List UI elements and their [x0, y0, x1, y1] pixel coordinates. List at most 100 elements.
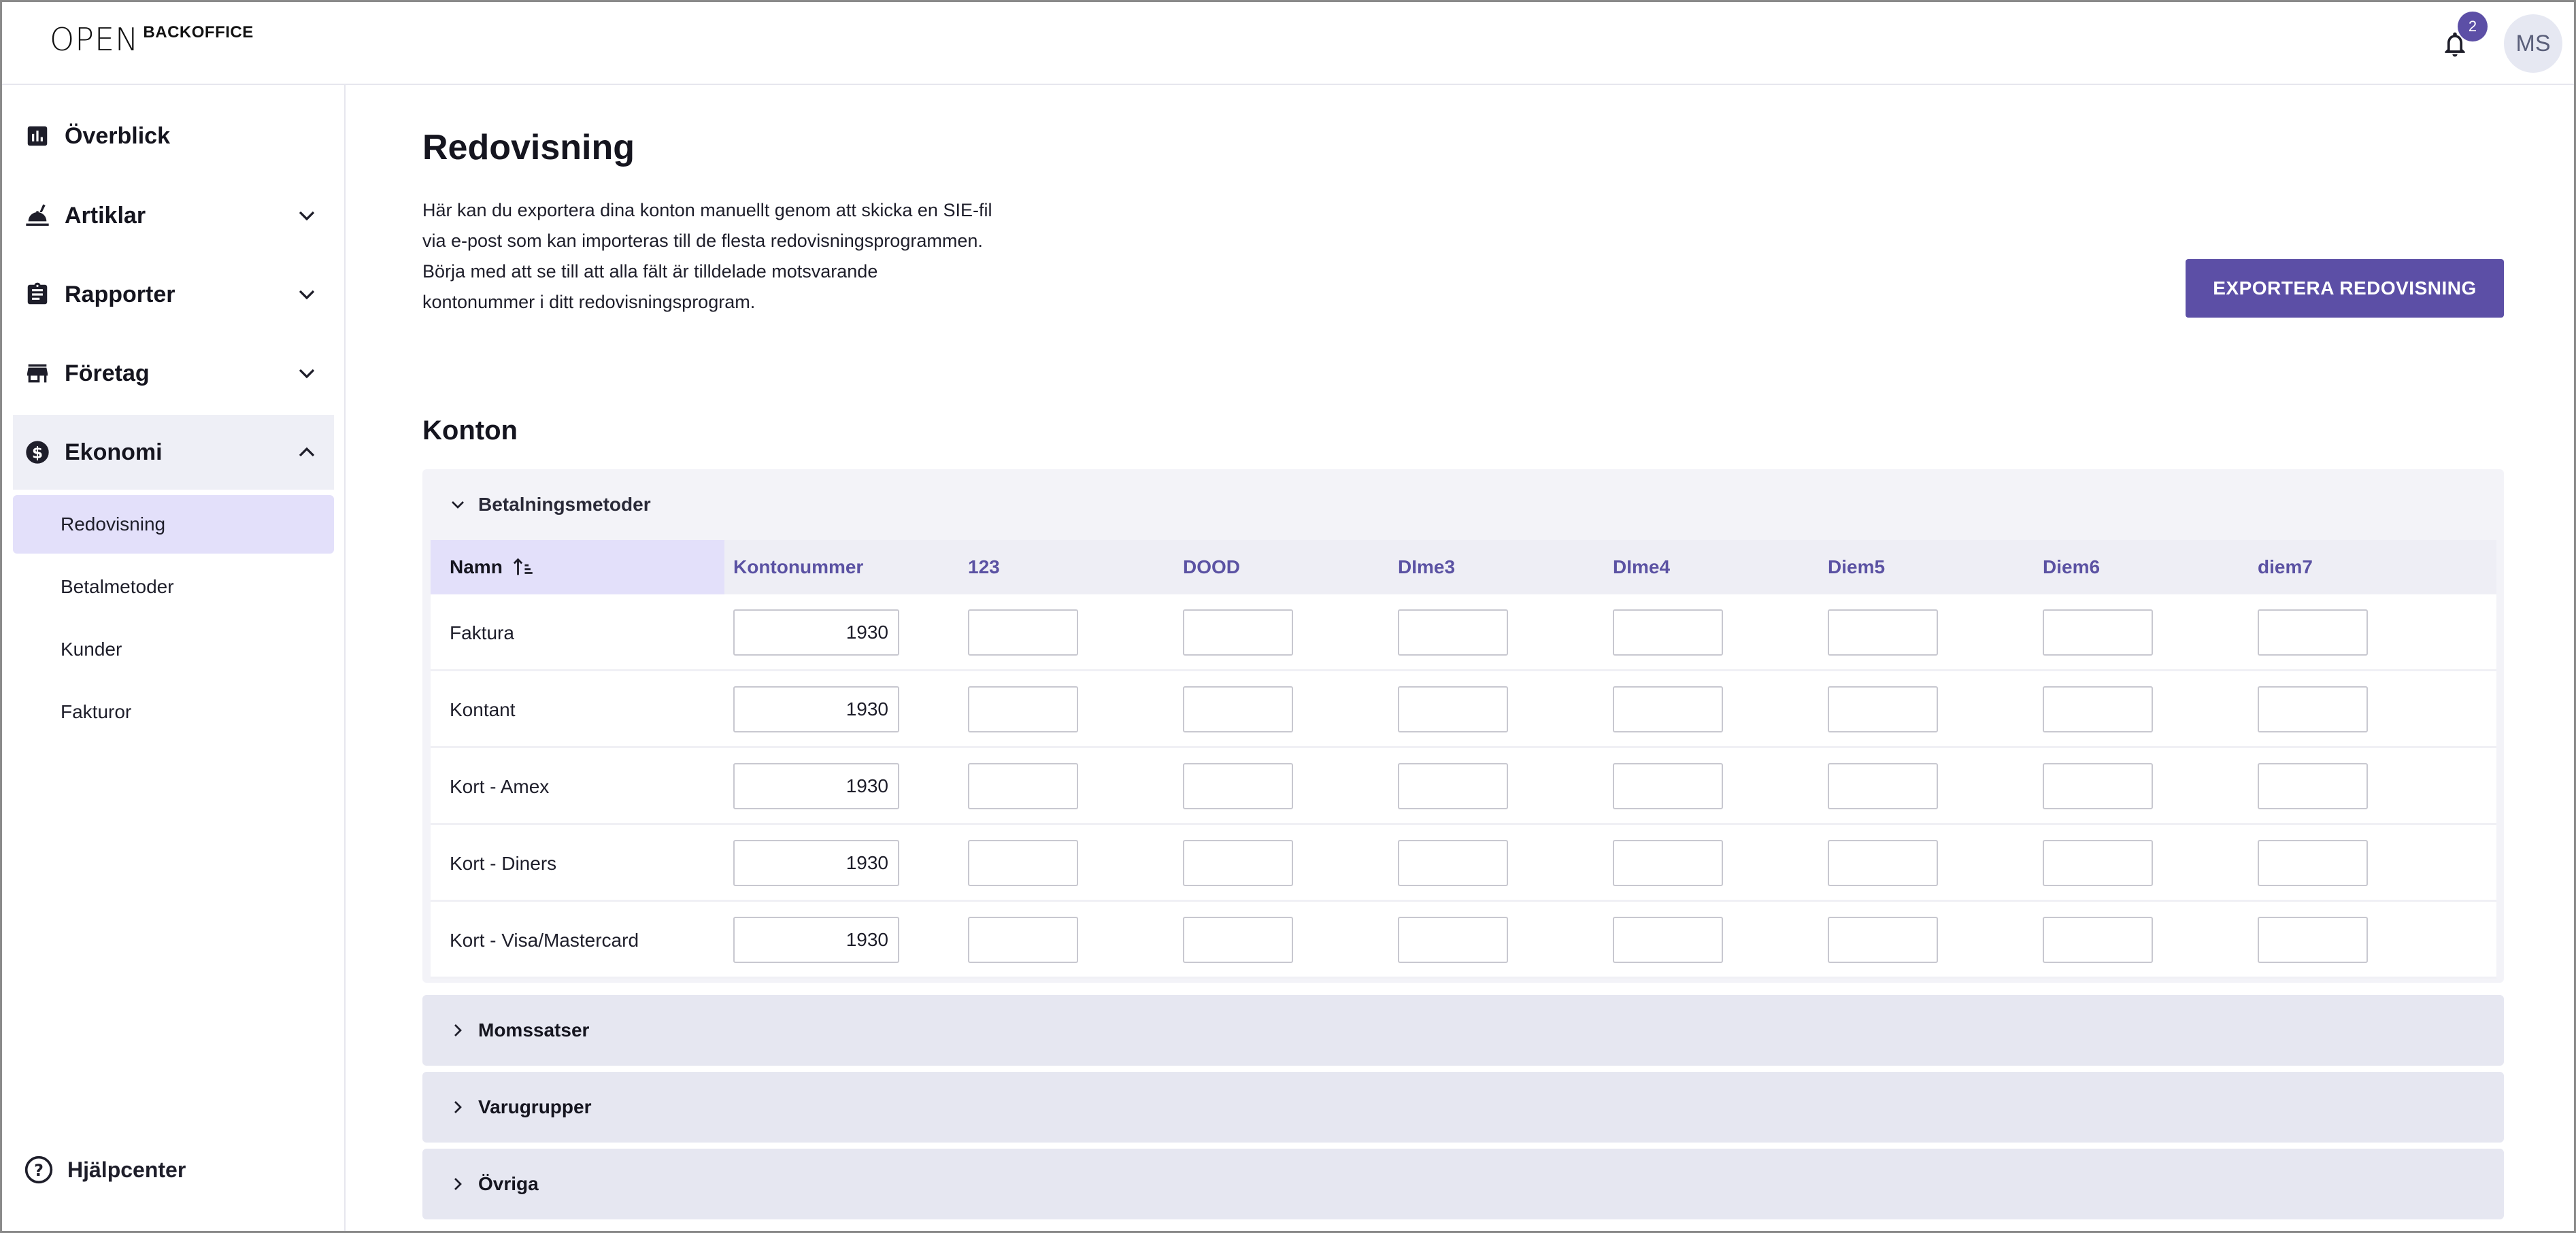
- dimension-input-7[interactable]: [2258, 840, 2368, 886]
- chevron-down-icon: [452, 501, 464, 509]
- sidebar-subitem-fakturor[interactable]: Fakturor: [13, 683, 334, 741]
- export-accounting-button[interactable]: EXPORTERA REDOVISNING: [2186, 259, 2504, 318]
- section-title: Konton: [422, 416, 518, 445]
- sidebar-subitem-redovisning[interactable]: Redovisning: [13, 495, 334, 554]
- logo-text: BACKOFFICE: [143, 23, 254, 41]
- column-header-dood: DOOD: [1183, 556, 1240, 577]
- svg-text:$: $: [32, 443, 43, 462]
- sidebar-item-artiklar[interactable]: Artiklar: [13, 178, 334, 253]
- dimension-input-5[interactable]: [1828, 609, 1938, 656]
- dimension-input-3[interactable]: [1398, 917, 1508, 963]
- clipboard-icon: [24, 281, 51, 308]
- section-label: Varugrupper: [478, 1096, 592, 1117]
- dimension-input-2[interactable]: [1183, 763, 1293, 809]
- chevron-right-icon: [454, 1024, 462, 1036]
- sort-ascending-icon: [513, 558, 533, 575]
- table-row: Kort - Amex: [431, 748, 2496, 825]
- dimension-input-7[interactable]: [2258, 686, 2368, 732]
- sidebar-item-overblick[interactable]: Överblick: [13, 99, 334, 173]
- dimension-input-6[interactable]: [2043, 917, 2153, 963]
- dimension-input-7[interactable]: [2258, 763, 2368, 809]
- avatar[interactable]: MS: [2504, 14, 2562, 73]
- help-center-label: Hjälpcenter: [67, 1157, 186, 1182]
- notification-badge: 2: [2458, 12, 2488, 41]
- dimension-input-5[interactable]: [1828, 840, 1938, 886]
- table-row: Kontant: [431, 671, 2496, 748]
- chevron-down-icon: [299, 369, 315, 379]
- sidebar-subitem-label: Redovisning: [61, 513, 166, 535]
- sidebar-item-foretag[interactable]: Företag: [13, 336, 334, 411]
- sidebar-subitem-label: Fakturor: [61, 701, 132, 722]
- dimension-input-1[interactable]: [968, 917, 1078, 963]
- main-content: Redovisning Här kan du exportera dina ko…: [346, 85, 2574, 1231]
- dimension-input-3[interactable]: [1398, 686, 1508, 732]
- dimension-input-1[interactable]: [968, 609, 1078, 656]
- dimension-input-7[interactable]: [2258, 609, 2368, 656]
- dimension-input-1[interactable]: [968, 840, 1078, 886]
- dimension-input-1[interactable]: [968, 763, 1078, 809]
- dimension-input-1[interactable]: [968, 686, 1078, 732]
- dimension-input-6[interactable]: [2043, 763, 2153, 809]
- dimension-input-3[interactable]: [1398, 840, 1508, 886]
- account-number-input[interactable]: [733, 917, 899, 963]
- sidebar: Överblick Artiklar Rapporter Företag $ E…: [2, 85, 346, 1231]
- section-ovriga[interactable]: Övriga: [422, 1149, 2504, 1219]
- row-name: Faktura: [450, 622, 514, 643]
- dimension-input-4[interactable]: [1613, 917, 1723, 963]
- description-line: Börja med att se till att alla fält är t…: [422, 261, 878, 282]
- dimension-input-3[interactable]: [1398, 763, 1508, 809]
- sidebar-item-rapporter[interactable]: Rapporter: [13, 257, 334, 332]
- dimension-input-6[interactable]: [2043, 609, 2153, 656]
- dimension-input-2[interactable]: [1183, 917, 1293, 963]
- sidebar-subitem-betalmetoder[interactable]: Betalmetoder: [13, 558, 334, 616]
- chevron-right-icon: [454, 1101, 462, 1113]
- dimension-input-5[interactable]: [1828, 917, 1938, 963]
- account-number-input[interactable]: [733, 609, 899, 656]
- table-header: Namn Kontonummer 123 DOOD DIme3 DIme4 Di…: [431, 540, 2496, 594]
- sidebar-item-label: Ekonomi: [65, 439, 163, 465]
- payment-methods-toggle[interactable]: Betalningsmetoder: [422, 469, 2504, 540]
- accounts-table: Namn Kontonummer 123 DOOD DIme3 DIme4 Di…: [431, 540, 2496, 979]
- dimension-input-5[interactable]: [1828, 763, 1938, 809]
- section-varugrupper[interactable]: Varugrupper: [422, 1072, 2504, 1143]
- column-header-dime4: DIme4: [1613, 556, 1671, 577]
- description-line: Här kan du exportera dina konton manuell…: [422, 200, 992, 220]
- account-number-input[interactable]: [733, 763, 899, 809]
- section-label: Momssatser: [478, 1019, 590, 1041]
- section-label: Övriga: [478, 1173, 539, 1194]
- dimension-input-4[interactable]: [1613, 763, 1723, 809]
- dimension-input-4[interactable]: [1613, 686, 1723, 732]
- table-row: Faktura: [431, 594, 2496, 671]
- bar-chart-icon: [24, 122, 51, 150]
- chevron-down-icon: [299, 211, 315, 221]
- sidebar-subitem-kunder[interactable]: Kunder: [13, 620, 334, 679]
- description-line: via e-post som kan importeras till de fl…: [422, 231, 983, 251]
- chevron-up-icon: [299, 447, 315, 457]
- help-center-link[interactable]: ? Hjälpcenter: [13, 1143, 334, 1197]
- section-momssatser[interactable]: Momssatser: [422, 995, 2504, 1066]
- dimension-input-4[interactable]: [1613, 609, 1723, 656]
- dimension-input-7[interactable]: [2258, 917, 2368, 963]
- column-header-123: 123: [968, 556, 1000, 577]
- dimension-input-3[interactable]: [1398, 609, 1508, 656]
- dimension-input-6[interactable]: [2043, 840, 2153, 886]
- top-bar: OPEN BACKOFFICE 2 MS: [2, 2, 2574, 85]
- dimension-input-4[interactable]: [1613, 840, 1723, 886]
- food-icon: [24, 202, 51, 229]
- sidebar-item-ekonomi[interactable]: $ Ekonomi: [13, 415, 334, 490]
- page-title: Redovisning: [422, 128, 635, 167]
- dimension-input-2[interactable]: [1183, 609, 1293, 656]
- dollar-circle-icon: $: [24, 439, 51, 466]
- account-number-input[interactable]: [733, 840, 899, 886]
- dimension-input-2[interactable]: [1183, 686, 1293, 732]
- dimension-input-6[interactable]: [2043, 686, 2153, 732]
- svg-text:?: ?: [34, 1161, 44, 1180]
- account-number-input[interactable]: [733, 686, 899, 732]
- row-name: Kontant: [450, 698, 516, 720]
- row-name: Kort - Visa/Mastercard: [450, 929, 639, 951]
- dimension-input-2[interactable]: [1183, 840, 1293, 886]
- chevron-down-icon: [299, 290, 315, 300]
- logo[interactable]: OPEN BACKOFFICE: [50, 21, 254, 58]
- column-header-namn[interactable]: Namn: [431, 540, 724, 594]
- dimension-input-5[interactable]: [1828, 686, 1938, 732]
